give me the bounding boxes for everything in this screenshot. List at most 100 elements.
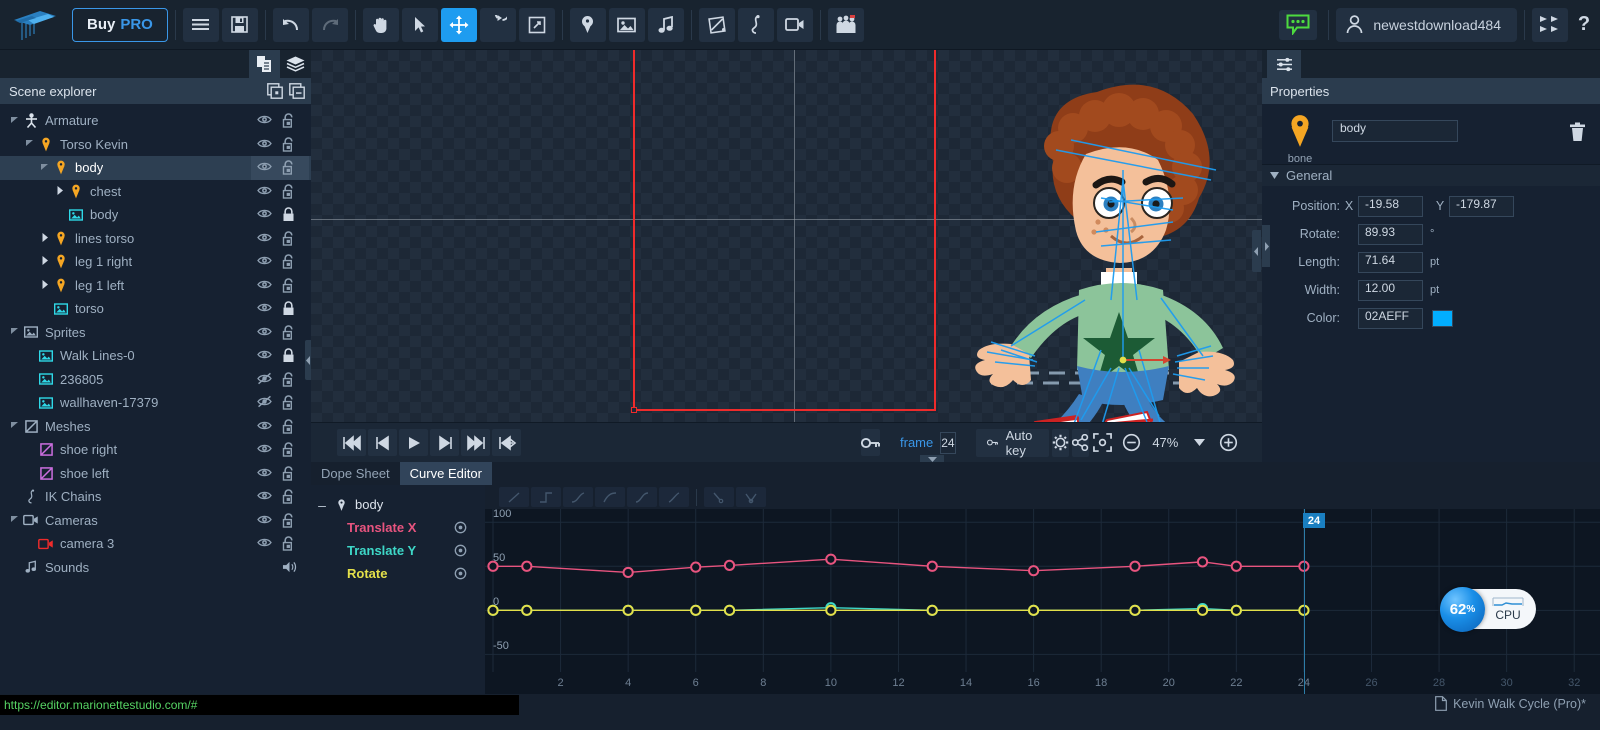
scene-tree-item-leg-1-left[interactable]: leg 1 left	[0, 274, 311, 298]
add-bone-button[interactable]	[569, 7, 606, 42]
scene-tree-item-torso[interactable]: torso	[0, 297, 311, 321]
constant-button[interactable]	[531, 487, 561, 507]
add-ik-chain-button[interactable]	[737, 7, 774, 42]
redo-button[interactable]	[311, 7, 348, 42]
twisty-right-icon[interactable]	[42, 232, 49, 242]
undo-button[interactable]	[272, 7, 309, 42]
twisty[interactable]	[53, 185, 67, 197]
scene-tree-item-armature[interactable]: Armature	[0, 109, 311, 133]
scene-tree-item-body[interactable]: body	[0, 203, 311, 227]
add-sound-button[interactable]	[647, 7, 684, 42]
share-button[interactable]	[1072, 428, 1090, 457]
twisty-down-icon[interactable]	[26, 139, 34, 147]
scene-tree-item-cameras[interactable]: Cameras	[0, 509, 311, 533]
expand-all-icon[interactable]	[267, 83, 283, 99]
visibility-toggle[interactable]	[257, 137, 273, 153]
scene-tree-item-lines-torso[interactable]: lines torso	[0, 227, 311, 251]
tab-layers[interactable]	[280, 50, 311, 78]
lock-toggle[interactable]	[282, 277, 298, 294]
curve-editor-graph[interactable]: 100500-50246810121416182022242628303224	[485, 509, 1600, 694]
general-section-header[interactable]: General	[1262, 164, 1600, 186]
character-artwork[interactable]	[311, 50, 1262, 422]
lock-toggle[interactable]	[282, 536, 298, 552]
hamburger-menu-button[interactable]	[182, 7, 219, 42]
twisty-down-icon[interactable]	[11, 515, 19, 523]
curve-property-translate-x[interactable]: Translate X	[311, 516, 485, 539]
lock-toggle[interactable]	[282, 160, 298, 176]
app-logo[interactable]	[0, 0, 72, 50]
add-mesh-button[interactable]	[698, 7, 735, 42]
visibility-toggle[interactable]	[257, 301, 273, 317]
lock-toggle[interactable]	[282, 442, 298, 458]
twisty[interactable]	[8, 327, 22, 337]
tab-scene-tree[interactable]	[249, 50, 280, 78]
previous-key-button[interactable]	[368, 429, 397, 456]
zoom-in-button[interactable]	[1215, 430, 1241, 456]
pan-tool-button[interactable]	[362, 7, 399, 42]
lock-toggle[interactable]	[282, 371, 298, 388]
visibility-toggle[interactable]	[257, 536, 273, 552]
go-to-end-button[interactable]	[461, 429, 490, 456]
play-button[interactable]	[399, 429, 428, 456]
go-to-start-button[interactable]	[337, 429, 366, 456]
chat-button[interactable]	[1279, 9, 1318, 40]
loop-button[interactable]	[492, 429, 521, 456]
visibility-toggle[interactable]	[257, 160, 273, 176]
lock-toggle[interactable]	[282, 207, 298, 223]
ease-in-button[interactable]	[563, 487, 593, 507]
timeline-playhead[interactable]	[1303, 509, 1305, 694]
scene-tree-item-body[interactable]: body	[0, 156, 311, 180]
ease-in-out-button[interactable]	[627, 487, 657, 507]
playhead-frame-label[interactable]: 24	[1302, 513, 1326, 528]
twisty[interactable]	[23, 139, 37, 149]
visibility-toggle[interactable]	[257, 560, 273, 576]
help-button[interactable]: ?	[1568, 8, 1600, 42]
scene-tree-item-walk-lines-0[interactable]: Walk Lines-0	[0, 344, 311, 368]
puppets-button[interactable]	[1532, 7, 1568, 42]
twisty-right-icon[interactable]	[42, 256, 49, 266]
twisty-down-icon[interactable]	[11, 116, 19, 124]
key-toggle-icon[interactable]	[454, 567, 467, 580]
visibility-toggle[interactable]	[257, 442, 273, 458]
twisty[interactable]	[38, 256, 52, 267]
visibility-toggle[interactable]	[257, 419, 273, 435]
scene-tree-item-torso-kevin[interactable]: Torso Kevin	[0, 133, 311, 157]
linear-button[interactable]	[499, 487, 529, 507]
add-sprite-button[interactable]	[608, 7, 645, 42]
visibility-toggle[interactable]	[257, 395, 273, 411]
lock-toggle[interactable]	[282, 230, 298, 247]
lock-toggle[interactable]	[282, 324, 298, 341]
twisty-right-icon[interactable]	[57, 185, 64, 195]
collapse-all-icon[interactable]	[289, 83, 305, 99]
lock-toggle[interactable]	[282, 512, 298, 529]
scene-tree-item-leg-1-right[interactable]: leg 1 right	[0, 250, 311, 274]
properties-panel-resize-handle[interactable]	[1262, 225, 1270, 267]
position-y-input[interactable]: -179.87	[1449, 195, 1514, 217]
curve-property-translate-y[interactable]: Translate Y	[311, 539, 485, 562]
visibility-toggle[interactable]	[257, 325, 273, 341]
object-name-input[interactable]: body	[1332, 120, 1458, 142]
rotate-input[interactable]: 89.93	[1358, 223, 1423, 245]
delete-object-button[interactable]	[1569, 122, 1586, 145]
tab-dope-sheet[interactable]: Dope Sheet	[311, 462, 400, 485]
lock-toggle[interactable]	[282, 465, 298, 482]
select-tool-button[interactable]	[401, 7, 438, 42]
scene-tree-item-sprites[interactable]: Sprites	[0, 321, 311, 345]
visibility-toggle[interactable]	[257, 113, 273, 129]
color-swatch[interactable]	[1432, 309, 1453, 327]
twisty-down-icon[interactable]	[41, 163, 49, 171]
buy-pro-button[interactable]: Buy PRO	[72, 7, 168, 42]
position-x-input[interactable]: -19.58	[1358, 195, 1423, 217]
visibility-toggle[interactable]	[257, 207, 273, 223]
auto-key-button[interactable]: Auto key	[975, 428, 1050, 458]
curve-property-rotate[interactable]: Rotate	[311, 562, 485, 585]
scene-tree-item-236805[interactable]: 236805	[0, 368, 311, 392]
bezier-button[interactable]	[659, 487, 689, 507]
lock-toggle[interactable]	[282, 560, 298, 576]
key-toggle-icon[interactable]	[454, 544, 467, 557]
twisty-down-icon[interactable]	[11, 421, 19, 429]
visibility-toggle[interactable]	[257, 489, 273, 505]
twisty-right-icon[interactable]	[42, 279, 49, 289]
visibility-toggle[interactable]	[257, 231, 273, 247]
tab-properties[interactable]	[1267, 50, 1301, 78]
